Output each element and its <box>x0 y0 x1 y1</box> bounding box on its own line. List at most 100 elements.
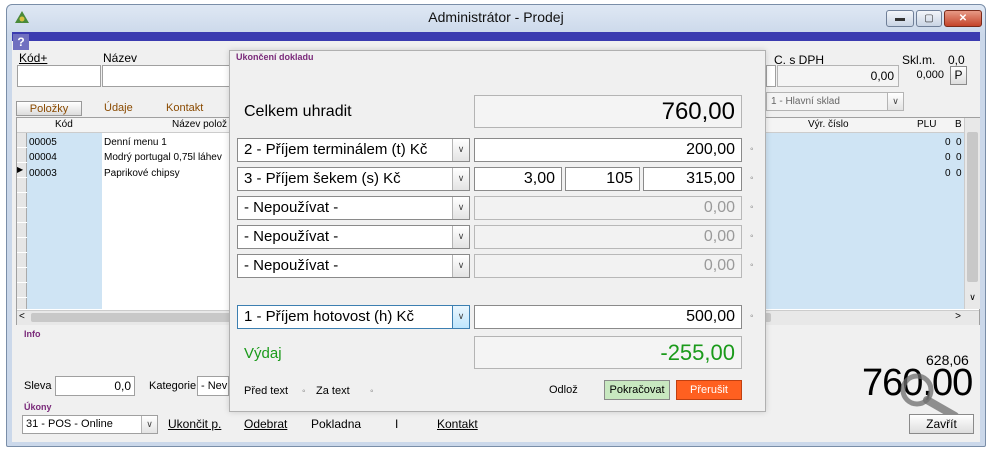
minimize-button[interactable]: ▬ <box>886 10 914 27</box>
scroll-right-icon[interactable]: > <box>955 311 961 322</box>
row-1-b[interactable]: 0 <box>956 152 962 163</box>
payment-type-5-label: - Nepoužívat - <box>244 257 339 274</box>
payment-type-2[interactable]: 3 - Příjem šekem (s) Kč ∨ <box>237 167 470 191</box>
payment-type-5[interactable]: - Nepoužívat - ∨ <box>237 254 470 278</box>
chevron-down-icon: ∨ <box>452 197 469 219</box>
ukoncit-link[interactable]: Ukončit p. <box>168 417 221 431</box>
payment-type-4-label: - Nepoužívat - <box>244 228 339 245</box>
hotovost-type[interactable]: 1 - Příjem hotovost (h) Kč ∨ <box>237 305 470 329</box>
skl-m-value: 0,000 <box>916 69 944 81</box>
scroll-thumb[interactable] <box>967 132 978 282</box>
payment-3-dot[interactable]: ◦ <box>750 202 754 213</box>
row-selector[interactable]: ▶ <box>17 163 27 177</box>
za-text-dot[interactable]: ◦ <box>370 386 374 397</box>
close-button[interactable]: ✕ <box>944 10 982 27</box>
odebrat-link[interactable]: Odebrat <box>244 417 287 431</box>
payment-type-1[interactable]: 2 - Příjem terminálem (t) Kč ∨ <box>237 138 470 162</box>
vertical-scrollbar[interactable]: ∨ <box>964 118 980 309</box>
accent-bar <box>12 32 980 41</box>
vydaj-label: Výdaj <box>244 345 282 362</box>
row-1-kod[interactable]: 00004 <box>29 152 57 163</box>
pred-text-dot[interactable]: ◦ <box>302 386 306 397</box>
hotovost-dot[interactable]: ◦ <box>750 311 754 322</box>
row-0-kod[interactable]: 00005 <box>29 137 57 148</box>
row-selector[interactable] <box>17 208 27 222</box>
payment-type-4[interactable]: - Nepoužívat - ∨ <box>237 225 470 249</box>
sklad-value: 1 - Hlavní sklad <box>771 96 840 107</box>
scroll-down-icon[interactable]: ∨ <box>965 292 980 303</box>
row-selector[interactable] <box>17 283 27 297</box>
col-nazev[interactable]: Název polož <box>172 119 227 130</box>
row-selector[interactable] <box>17 268 27 282</box>
payment-type-2-label: 3 - Příjem šekem (s) Kč <box>244 170 401 187</box>
odloz-link[interactable]: Odlož <box>549 384 578 396</box>
payment-type-3-label: - Nepoužívat - <box>244 199 339 216</box>
row-0-plu[interactable]: 0 <box>945 137 951 148</box>
row-2-b[interactable]: 0 <box>956 168 962 179</box>
row-0-b[interactable]: 0 <box>956 137 962 148</box>
tab-udaje[interactable]: Údaje <box>104 102 133 114</box>
row-selector[interactable] <box>17 223 27 237</box>
row-selector[interactable] <box>17 148 27 162</box>
window-title: Administrátor - Prodej <box>428 9 564 25</box>
row-selector[interactable] <box>17 178 27 192</box>
payment-price-2[interactable]: 105 <box>565 167 640 191</box>
payment-5-dot[interactable]: ◦ <box>750 260 754 271</box>
payment-value-1[interactable]: 200,00 <box>474 138 742 162</box>
row-selector[interactable] <box>17 298 27 309</box>
dialog-title: Ukončení dokladu <box>236 52 314 62</box>
payment-1-dot[interactable]: ◦ <box>750 144 754 155</box>
za-text-link[interactable]: Za text <box>316 385 350 397</box>
row-selector[interactable] <box>17 238 27 252</box>
sklad-select[interactable]: 1 - Hlavní sklad ∨ <box>766 92 904 111</box>
nazev-input[interactable] <box>102 65 230 87</box>
separator: I <box>395 417 399 431</box>
col-b[interactable]: B <box>955 119 962 130</box>
scroll-left-icon[interactable]: < <box>19 311 25 322</box>
minimize-icon: ▬ <box>895 13 905 24</box>
payment-2-dot[interactable]: ◦ <box>750 173 754 184</box>
row-1-plu[interactable]: 0 <box>945 152 951 163</box>
row-2-nazev[interactable]: Paprikové chipsy <box>104 168 180 179</box>
right-column-bg <box>766 133 964 309</box>
c-s-dph-value: 0,00 <box>777 65 899 87</box>
payment-4-dot[interactable]: ◦ <box>750 231 754 242</box>
col-plu[interactable]: PLU <box>917 119 936 130</box>
payment-value-2[interactable]: 315,00 <box>643 167 742 191</box>
row-selector[interactable] <box>17 133 27 147</box>
payment-type-3[interactable]: - Nepoužívat - ∨ <box>237 196 470 220</box>
col-vyr-cislo[interactable]: Výr. číslo <box>808 119 849 130</box>
skl-m-top-value: 0,0 <box>948 53 965 67</box>
row-selector[interactable] <box>17 193 27 207</box>
price-left-input[interactable] <box>766 65 776 87</box>
row-2-kod[interactable]: 00003 <box>29 168 57 179</box>
kontakt-link[interactable]: Kontakt <box>437 417 478 431</box>
pred-text-link[interactable]: Před text <box>244 385 288 397</box>
row-selector[interactable] <box>17 253 27 267</box>
pokracovat-button[interactable]: Pokračovat <box>604 380 670 400</box>
col-kod[interactable]: Kód <box>55 119 73 130</box>
kategorie-select[interactable]: - Nev <box>197 376 229 396</box>
zavrit-button[interactable]: Zavřít <box>909 414 974 434</box>
row-0-nazev[interactable]: Denní menu 1 <box>104 137 167 148</box>
row-2-plu[interactable]: 0 <box>945 168 951 179</box>
sleva-input[interactable]: 0,0 <box>55 376 135 396</box>
hotovost-type-label: 1 - Příjem hotovost (h) Kč <box>244 308 415 325</box>
payment-qty-2[interactable]: 3,00 <box>474 167 562 191</box>
ukony-select[interactable]: 31 - POS - Online ∨ <box>22 415 158 434</box>
nazev-label: Název <box>103 51 138 65</box>
prerusit-button[interactable]: Přerušit <box>676 380 742 400</box>
maximize-button[interactable]: ▢ <box>916 10 942 27</box>
p-button[interactable]: P <box>950 66 967 85</box>
hotovost-value[interactable]: 500,00 <box>474 305 742 329</box>
tab-polozky[interactable]: Položky <box>16 101 82 116</box>
chevron-down-icon: ∨ <box>887 93 903 110</box>
row-1-nazev[interactable]: Modrý portugal 0,75l láhev <box>104 152 228 163</box>
pokladna-link[interactable]: Pokladna <box>311 417 361 431</box>
kod-label: Kód+ <box>19 51 48 65</box>
tab-kontakt[interactable]: Kontakt <box>166 102 203 114</box>
chevron-down-icon: ∨ <box>452 306 469 328</box>
help-button[interactable]: ? <box>13 34 29 50</box>
kod-input[interactable] <box>17 65 101 87</box>
chevron-down-icon: ∨ <box>452 255 469 277</box>
